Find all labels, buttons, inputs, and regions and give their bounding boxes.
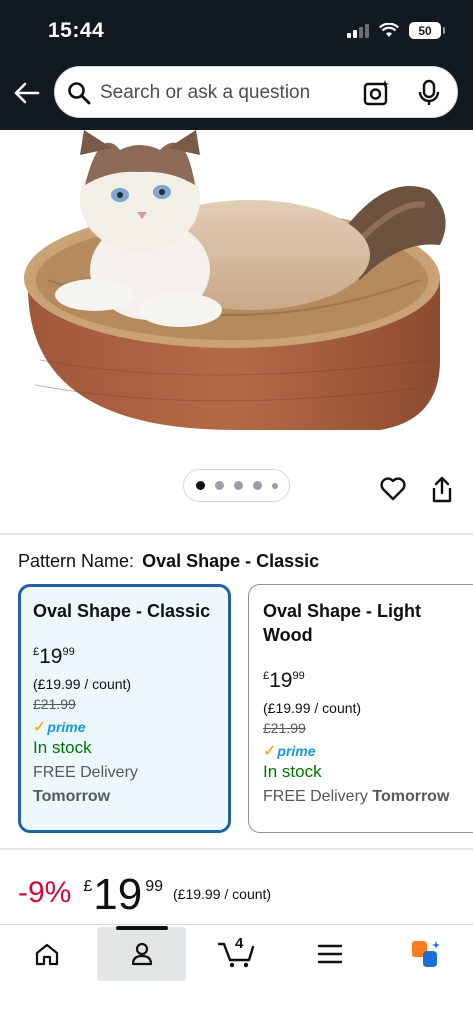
nav-rufus-assistant[interactable] [396,927,456,981]
nav-menu[interactable] [300,927,360,981]
option-stock-status: In stock [33,738,92,757]
carousel-dot-2[interactable] [214,481,224,490]
option-was-price: £21.99 [33,696,76,712]
menu-icon [317,944,343,964]
cart-count-badge: 4 [235,935,244,952]
delivery-prefix: FREE Delivery [33,764,138,781]
delivery-prefix: FREE Delivery [263,788,368,805]
pattern-option-classic[interactable]: Oval Shape - Classic £1999 (£19.99 / cou… [18,584,231,833]
option-title: Oval Shape - Light Wood [263,601,422,645]
back-button[interactable] [12,78,42,108]
delivery-day: Tomorrow [33,788,111,805]
carousel-dot-1[interactable] [195,481,205,490]
image-carousel-indicator[interactable] [183,469,290,502]
option-price: £1999 [263,665,473,692]
nav-you[interactable] [97,926,186,981]
option-title: Oval Shape - Classic [33,601,211,621]
delivery-day: Tomorrow [372,788,450,805]
bottom-navigation: 4 [0,924,473,1024]
pattern-option-light-wood[interactable]: Oval Shape - Light Wood £1999 (£19.99 / … [248,584,473,833]
camera-search-icon [363,80,389,106]
option-was-price: £21.99 [263,720,306,736]
cellular-signal-icon [347,23,369,38]
section-divider [0,848,473,850]
pattern-name-label: Pattern Name: Oval Shape - Classic [18,551,319,572]
nav-home[interactable] [18,927,76,981]
price-whole: 19 [93,870,143,919]
prime-text: prime [47,719,86,735]
camera-search-button[interactable] [363,79,391,112]
option-delivery: FREE Delivery Tomorrow [33,761,216,809]
prime-check-icon: ✓ [263,743,277,760]
price-fraction: 99 [62,646,75,658]
prime-text: prime [277,743,316,759]
rufus-ai-icon [412,941,440,967]
price-whole: 19 [39,645,63,668]
heart-icon [380,477,406,501]
current-price: £ 19 99 [83,870,163,920]
home-icon [35,943,59,966]
status-bar: 15:44 50 [0,0,473,64]
option-unit-price: (£19.99 / count) [33,676,132,692]
wifi-icon [379,23,399,37]
share-icon [432,476,452,503]
prime-badge: ✓ prime [263,742,473,760]
price-whole: 19 [269,669,293,692]
header [0,64,473,130]
pattern-selected-value: Oval Shape - Classic [142,551,320,571]
prime-check-icon: ✓ [33,719,47,736]
back-arrow-icon [14,82,40,104]
search-box[interactable] [54,66,458,118]
option-stock-status: In stock [263,762,322,781]
add-to-wishlist-button[interactable] [379,476,407,507]
unit-price: (£19.99 / count) [173,886,272,902]
price-fraction: 99 [292,670,305,682]
status-time: 15:44 [48,19,105,42]
share-button[interactable] [429,476,455,509]
carousel-dot-3[interactable] [233,481,243,490]
battery-icon: 50 [409,22,445,39]
option-price: £1999 [33,641,216,668]
pattern-label-text: Pattern Name: [18,551,135,571]
cat-scratcher-illustration [24,130,446,430]
status-icons: 50 [347,22,445,39]
prime-badge: ✓ prime [33,718,216,736]
discount-percentage: -9% [18,876,72,909]
search-icon [68,82,91,105]
microphone-icon [418,79,440,105]
option-delivery: FREE Delivery Tomorrow [263,785,473,809]
price-row: -9% £ 19 99 (£19.99 / count) [18,870,271,920]
product-image[interactable] [0,130,473,460]
voice-search-button[interactable] [417,79,441,112]
carousel-dot-5[interactable] [271,482,278,489]
carousel-dot-4[interactable] [252,481,262,490]
search-input[interactable] [100,77,350,109]
person-icon [131,942,152,966]
nav-cart[interactable]: 4 [205,927,269,981]
option-unit-price: (£19.99 / count) [263,700,362,716]
price-currency: £ [83,878,93,895]
section-divider [0,533,473,535]
price-fraction: 99 [145,878,164,895]
battery-level: 50 [418,23,432,38]
